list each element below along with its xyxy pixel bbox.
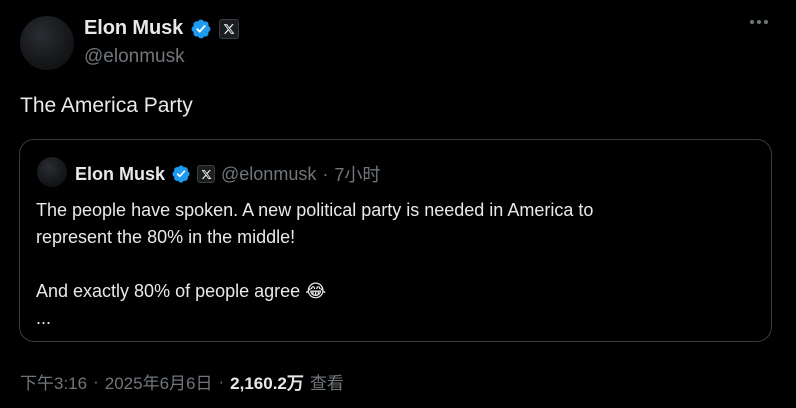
quoted-time[interactable]: 7小时	[334, 161, 380, 187]
separator-dot: ·	[322, 163, 329, 184]
more-dot	[750, 20, 754, 24]
more-dot	[757, 20, 761, 24]
quoted-header: Elon Musk @elonmusk · 7小时	[75, 161, 380, 187]
more-dot	[764, 20, 768, 24]
quoted-author-avatar[interactable]	[37, 157, 67, 187]
post-meta: 下午3:16 · 2025年6月6日 · 2,160.2万 查看	[20, 369, 344, 394]
quoted-author-name[interactable]: Elon Musk	[75, 164, 165, 185]
verified-badge-icon[interactable]	[171, 164, 191, 184]
x-logo-icon[interactable]	[219, 18, 240, 39]
post-time[interactable]: 下午3:16	[20, 369, 87, 394]
views-label[interactable]: 查看	[310, 369, 344, 394]
quoted-text-line: ...	[36, 308, 52, 328]
quoted-text: The people have spoken. A new political …	[36, 197, 756, 332]
separator-dot: ·	[93, 371, 99, 391]
author-handle[interactable]: @elonmusk	[84, 46, 185, 68]
x-logo-icon[interactable]	[197, 165, 216, 183]
author-avatar[interactable]	[20, 16, 74, 70]
quoted-author-handle[interactable]: @elonmusk	[221, 164, 316, 185]
post-text: The America Party	[20, 94, 193, 117]
separator-dot: ·	[218, 371, 225, 391]
quoted-text-line: represent the 80% in the middle!	[36, 227, 296, 247]
verified-badge-icon[interactable]	[190, 18, 212, 40]
post-date[interactable]: 2025年6月6日	[105, 369, 213, 394]
author-name[interactable]: Elon Musk	[84, 17, 183, 40]
quoted-text-line: And exactly 80% of people agree 😂	[36, 281, 327, 301]
quoted-text-line: The people have spoken. A new political …	[36, 200, 594, 220]
quoted-post-card[interactable]: Elon Musk @elonmusk · 7小时 The people hav…	[19, 139, 772, 342]
author-row: Elon Musk	[84, 17, 240, 40]
more-options-icon[interactable]	[750, 20, 768, 24]
post-view: Elon Musk @elonmusk The America Party El…	[0, 0, 796, 408]
views-count[interactable]: 2,160.2万	[230, 369, 304, 394]
